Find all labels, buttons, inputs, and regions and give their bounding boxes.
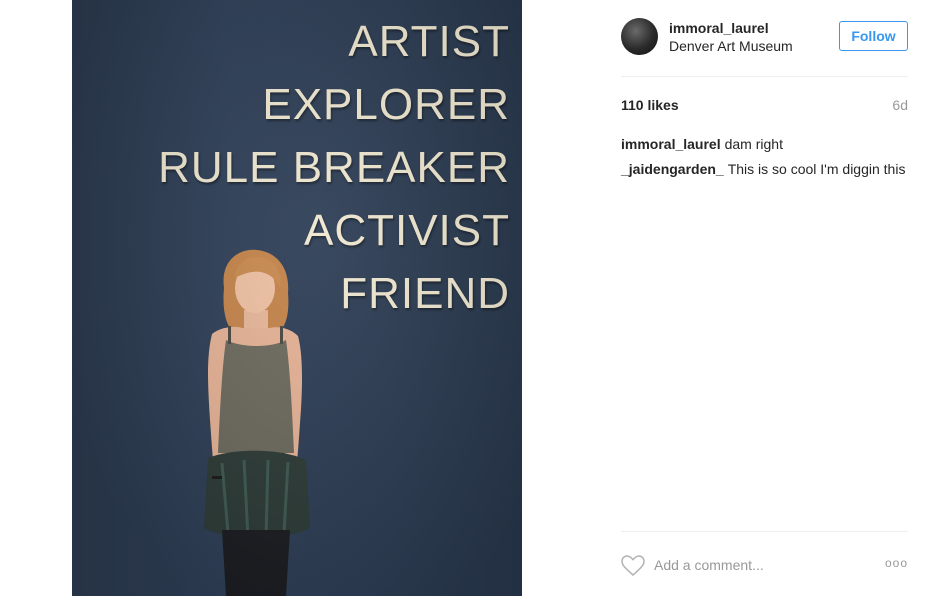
likes-count[interactable]: 110 likes [621,97,679,113]
person-figure [204,249,310,596]
wall-word: EXPLORER [262,80,510,129]
post-location[interactable]: Denver Art Museum [669,38,793,54]
post-age[interactable]: 6d [892,97,908,113]
comment-item: _jaidengarden_ This is so cool I'm diggin… [621,160,908,178]
heart-outline-icon[interactable] [621,555,645,577]
post-photo[interactable]: ARTIST EXPLORER RULE BREAKER ACTIVIST FR… [72,0,522,596]
avatar[interactable] [621,18,658,55]
comment-username[interactable]: _jaidengarden_ [621,161,724,177]
comment-composer: ooo [621,552,908,580]
more-options-icon[interactable]: ooo [884,556,908,574]
wall-word: ARTIST [348,17,510,66]
follow-button[interactable]: Follow [839,21,908,51]
header-divider [621,76,908,77]
comment-item: immoral_laurel dam right [621,135,908,153]
comment-list: immoral_laurel dam right _jaidengarden_ Th… [621,135,908,185]
post-sidebar: immoral_laurel Denver Art Museum Follow … [621,0,908,596]
comment-username[interactable]: immoral_laurel [621,136,721,152]
post-username[interactable]: immoral_laurel [669,20,769,36]
add-comment-input[interactable] [654,555,864,575]
composer-divider [621,531,908,532]
comment-text: dam right [724,136,783,152]
comment-text: This is so cool I'm diggin this [727,161,906,177]
wall-word: RULE BREAKER [158,143,510,192]
instagram-post-page: ARTIST EXPLORER RULE BREAKER ACTIVIST FR… [0,0,929,596]
